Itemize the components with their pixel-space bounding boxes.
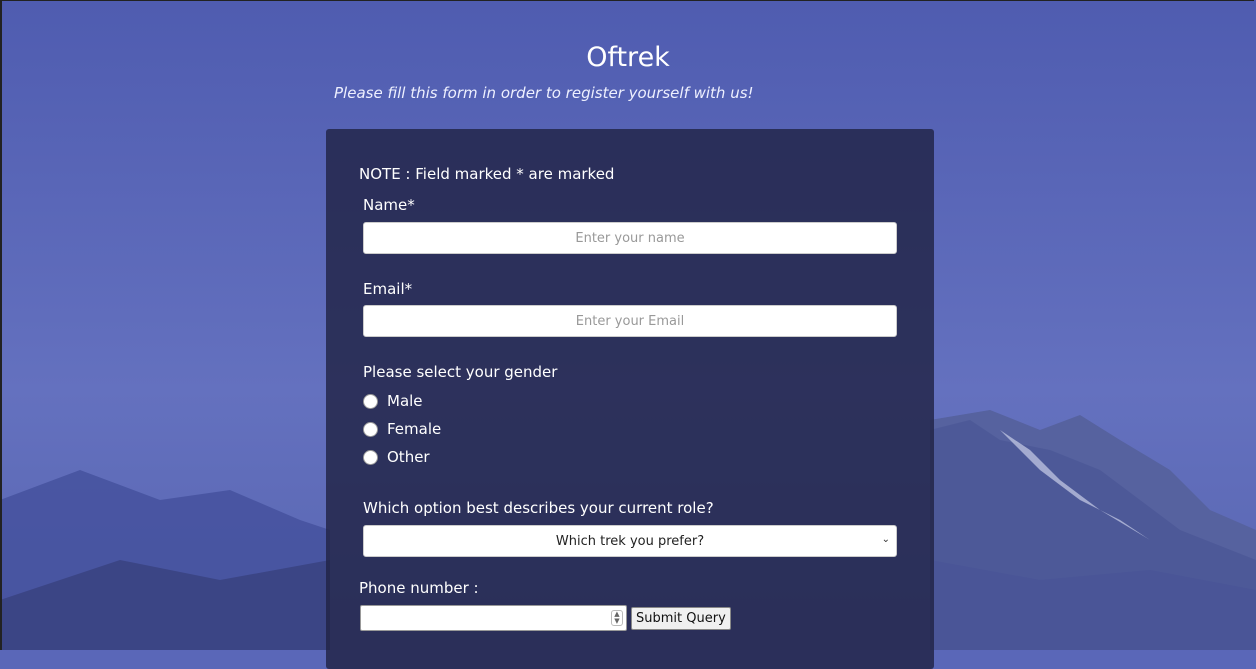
trek-select[interactable]: Which trek you prefer? ⌄ [363,525,897,557]
role-label: Which option best describes your current… [363,499,714,517]
male-radio[interactable] [363,393,378,409]
page-title: Oftrek [586,42,670,73]
female-radio-label: Female [387,420,442,438]
gender-option-other[interactable]: Other [363,448,430,466]
page-subtitle: Please fill this form in order to regist… [334,84,754,102]
gender-option-female[interactable]: Female [363,420,441,438]
gender-label: Please select your gender [363,363,558,381]
required-note: NOTE : Field marked * are marked [359,165,615,183]
name-input[interactable] [363,222,897,254]
gender-option-male[interactable]: Male [363,392,423,410]
number-spinner-icon[interactable]: ▲ ▼ [611,610,623,626]
email-input[interactable] [363,305,897,337]
female-radio[interactable] [363,421,378,437]
male-radio-label: Male [387,392,423,410]
submit-button[interactable]: Submit Query [631,607,731,630]
trek-select-value: Which trek you prefer? [555,533,705,549]
other-radio-label: Other [387,448,430,466]
other-radio[interactable] [363,449,378,465]
phone-input[interactable]: ▲ ▼ [360,605,627,631]
email-label: Email* [363,280,413,298]
name-label: Name* [363,196,415,214]
chevron-down-icon: ⌄ [881,534,890,545]
phone-label: Phone number : [359,579,479,597]
